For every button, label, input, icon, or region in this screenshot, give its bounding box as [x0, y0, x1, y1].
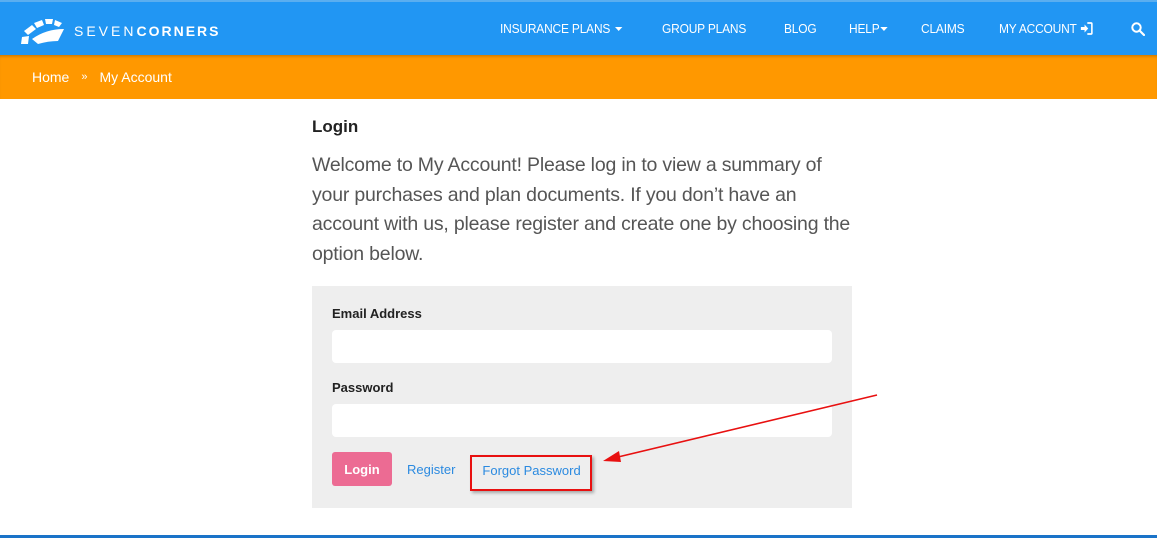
seven-corners-logo-icon — [21, 19, 64, 44]
forgot-password-highlight: Forgot Password — [470, 455, 592, 491]
email-label: Email Address — [332, 306, 422, 321]
nav-blog-label: BLOG — [783, 21, 817, 36]
login-button[interactable]: Login — [332, 452, 392, 486]
email-field[interactable] — [332, 330, 832, 363]
nav-my-account[interactable]: MY ACCOUNT — [999, 21, 1093, 36]
logo-text-bold: CORNERS — [136, 23, 221, 39]
nav-help-label: HELP — [849, 21, 880, 36]
forgot-password-link[interactable]: Forgot Password — [482, 463, 580, 478]
logo[interactable]: SEVENCORNERS — [20, 16, 220, 46]
password-field[interactable] — [332, 404, 832, 437]
nav-group-plans[interactable]: GROUP PLANS — [662, 21, 746, 36]
password-label: Password — [332, 380, 394, 395]
nav-group-plans-label: GROUP PLANS — [662, 21, 747, 36]
nav-claims-label: CLAIMS — [921, 21, 965, 36]
nav-insurance-plans[interactable]: INSURANCE PLANS — [500, 21, 622, 36]
search-icon[interactable] — [1131, 21, 1145, 36]
logo-text: SEVENCORNERS — [74, 23, 220, 39]
nav-blog[interactable]: BLOG — [784, 21, 817, 36]
top-navbar: SEVENCORNERS INSURANCE PLANS GROUP PLANS… — [0, 0, 1157, 55]
breadcrumb-separator: » — [81, 71, 88, 83]
caret-down-icon — [614, 26, 622, 31]
page-title: Login — [312, 117, 359, 136]
nav-my-account-label: MY ACCOUNT — [998, 21, 1077, 36]
login-form: Email Address Password Login Register Fo… — [312, 286, 852, 508]
breadcrumb: Home » My Account — [0, 55, 1157, 99]
logo-text-light: SEVEN — [74, 23, 137, 39]
nav-claims[interactable]: CLAIMS — [921, 21, 965, 36]
nav-insurance-plans-label: INSURANCE PLANS — [499, 21, 610, 36]
breadcrumb-current: My Account — [99, 69, 172, 85]
caret-down-icon — [880, 26, 888, 31]
breadcrumb-home[interactable]: Home — [32, 69, 69, 85]
nav-help[interactable]: HELP — [849, 21, 888, 36]
login-intro: Login Welcome to My Account! Please log … — [312, 117, 852, 269]
welcome-text: Welcome to My Account! Please log in to … — [312, 154, 851, 265]
register-link[interactable]: Register — [407, 462, 455, 477]
sign-in-icon — [1080, 22, 1093, 35]
main-nav: INSURANCE PLANS GROUP PLANS BLOG HELP CL… — [500, 2, 1157, 55]
form-actions: Login Register Forgot Password — [332, 451, 832, 491]
